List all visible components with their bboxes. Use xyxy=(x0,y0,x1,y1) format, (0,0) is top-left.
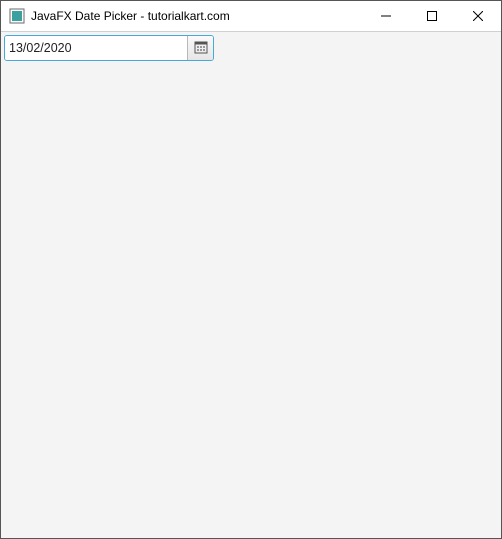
maximize-button[interactable] xyxy=(409,1,455,31)
app-icon xyxy=(9,8,25,24)
window-title: JavaFX Date Picker - tutorialkart.com xyxy=(31,9,363,23)
window-controls xyxy=(363,1,501,31)
titlebar: JavaFX Date Picker - tutorialkart.com xyxy=(1,1,501,32)
date-input[interactable] xyxy=(5,36,187,60)
calendar-button[interactable] xyxy=(187,36,213,60)
minimize-button[interactable] xyxy=(363,1,409,31)
application-window: JavaFX Date Picker - tutorialkart.com xyxy=(0,0,502,539)
calendar-icon xyxy=(194,40,208,57)
content-pane xyxy=(1,32,501,538)
close-button[interactable] xyxy=(455,1,501,31)
date-picker xyxy=(4,35,214,61)
